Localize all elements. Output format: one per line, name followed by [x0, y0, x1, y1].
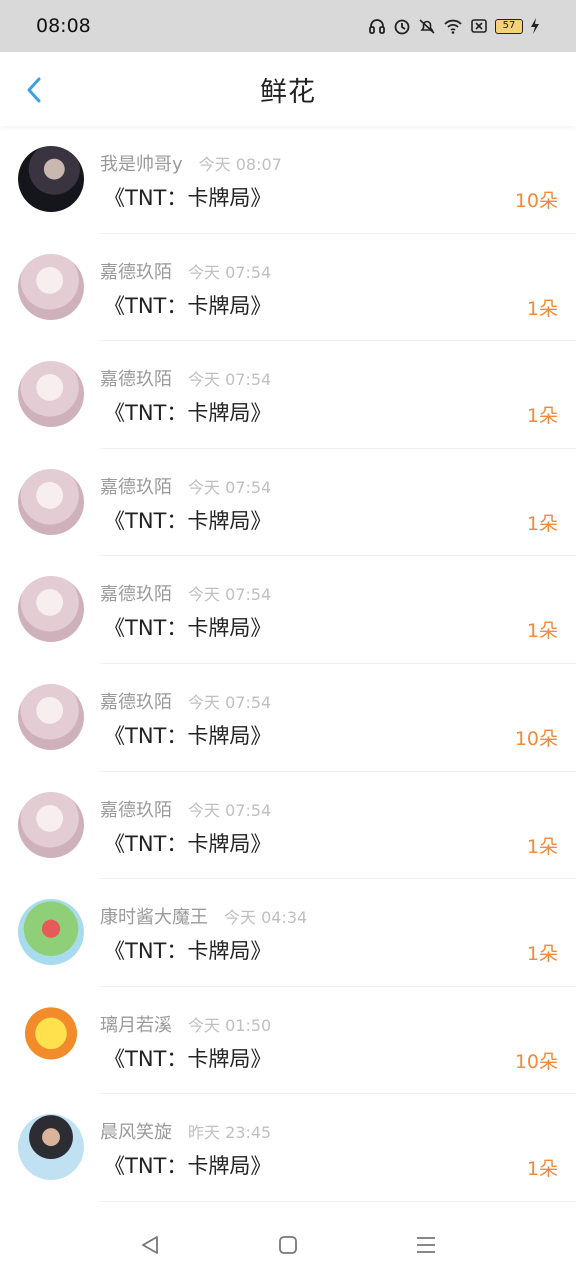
book-title[interactable]: 《TNT：卡牌局》: [104, 290, 271, 320]
book-title[interactable]: 《TNT：卡牌局》: [104, 1150, 271, 1180]
flower-count: 10朵: [514, 1050, 558, 1073]
list-item[interactable]: 康时酱大魔王 今天 04:34 《TNT：卡牌局》 1朵: [0, 879, 576, 987]
item-meta: 康时酱大魔王 今天 04:34: [100, 903, 307, 929]
book-title[interactable]: 《TNT：卡牌局》: [104, 935, 271, 965]
flower-list: 我是帅哥y 今天 08:07 《TNT：卡牌局》 10朵 嘉德玖陌 今天 07:…: [0, 126, 576, 1202]
book-title[interactable]: 《TNT：卡牌局》: [104, 612, 271, 642]
avatar[interactable]: [18, 146, 84, 212]
list-item[interactable]: 嘉德玖陌 今天 07:54 《TNT：卡牌局》 1朵: [0, 234, 576, 342]
user-name[interactable]: 嘉德玖陌: [100, 473, 172, 499]
back-arrow-icon: [27, 77, 41, 103]
alarm-icon: [394, 19, 410, 35]
avatar[interactable]: [18, 253, 84, 320]
list-item[interactable]: 嘉德玖陌 今天 07:54 《TNT：卡牌局》 1朵: [0, 772, 576, 880]
item-time: 今天 07:54: [188, 477, 272, 497]
item-meta: 嘉德玖陌 今天 07:54: [100, 473, 271, 499]
avatar[interactable]: [18, 1006, 84, 1073]
user-name[interactable]: 嘉德玖陌: [100, 796, 172, 822]
user-name[interactable]: 嘉德玖陌: [100, 688, 172, 714]
list-item[interactable]: 嘉德玖陌 今天 07:54 《TNT：卡牌局》 10朵: [0, 664, 576, 772]
avatar[interactable]: [18, 683, 84, 750]
avatar[interactable]: [18, 1114, 84, 1181]
avatar[interactable]: [18, 468, 84, 535]
item-time: 今天 07:54: [188, 585, 272, 605]
list-item[interactable]: 璃月若溪 今天 01:50 《TNT：卡牌局》 10朵: [0, 987, 576, 1095]
user-name[interactable]: 嘉德玖陌: [100, 258, 172, 284]
avatar[interactable]: [18, 899, 84, 966]
item-time: 今天 07:54: [188, 370, 272, 390]
list-item[interactable]: 嘉德玖陌 今天 07:54 《TNT：卡牌局》 1朵: [0, 341, 576, 449]
avatar[interactable]: [18, 791, 84, 858]
item-time: 今天 08:07: [198, 155, 282, 174]
item-time: 昨天 23:45: [188, 1123, 272, 1143]
page-title: 鲜花: [260, 76, 316, 108]
flower-count: 1朵: [526, 512, 558, 535]
book-title[interactable]: 《TNT：卡牌局》: [104, 1043, 271, 1073]
menu-lines-icon: [417, 1237, 435, 1253]
list-item[interactable]: 嘉德玖陌 今天 07:54 《TNT：卡牌局》 1朵: [0, 449, 576, 557]
user-name[interactable]: 康时酱大魔王: [100, 903, 208, 929]
flower-count: 1朵: [526, 943, 558, 966]
sim-off-icon: [471, 19, 487, 33]
system-nav-bar: [0, 1210, 576, 1280]
triangle-back-icon: [142, 1236, 158, 1254]
square-home-icon: [279, 1236, 297, 1254]
nav-home-button[interactable]: [268, 1225, 308, 1265]
item-time: 今天 04:34: [224, 908, 308, 928]
battery-level: 57: [495, 18, 523, 34]
list-item[interactable]: 晨风笑旋 昨天 23:45 《TNT：卡牌局》 1朵: [0, 1094, 576, 1202]
item-meta: 嘉德玖陌 今天 07:54: [100, 796, 271, 822]
mute-bell-icon: [419, 19, 435, 34]
book-title[interactable]: 《TNT：卡牌局》: [104, 505, 271, 535]
wifi-icon: [444, 19, 462, 34]
item-meta: 璃月若溪 今天 01:50: [100, 1011, 271, 1037]
flower-count: 1朵: [526, 405, 558, 428]
item-time: 今天 07:54: [188, 800, 272, 820]
book-title[interactable]: 《TNT：卡牌局》: [104, 397, 271, 427]
status-bar: 08:08 57: [0, 0, 576, 52]
book-title[interactable]: 《TNT：卡牌局》: [104, 828, 271, 858]
header: 鲜花: [0, 52, 576, 126]
user-name[interactable]: 嘉德玖陌: [100, 580, 172, 606]
flower-count: 1朵: [526, 297, 558, 320]
status-time: 08:08: [36, 15, 91, 37]
item-meta: 晨风笑旋 昨天 23:45: [100, 1118, 271, 1144]
nav-back-button[interactable]: [130, 1225, 170, 1265]
item-time: 今天 01:50: [188, 1015, 272, 1035]
flower-count: 1朵: [526, 620, 558, 643]
user-name[interactable]: 晨风笑旋: [100, 1118, 172, 1144]
item-time: 今天 07:54: [188, 262, 272, 282]
item-meta: 嘉德玖陌 今天 07:54: [100, 688, 271, 714]
book-title[interactable]: 《TNT：卡牌局》: [104, 720, 271, 750]
flower-count: 10朵: [514, 727, 558, 750]
nav-menu-button[interactable]: [406, 1225, 446, 1265]
charging-icon: [531, 18, 539, 34]
back-button[interactable]: [20, 74, 48, 106]
avatar[interactable]: [18, 576, 84, 643]
user-name[interactable]: 璃月若溪: [100, 1011, 172, 1037]
user-name[interactable]: 我是帅哥y: [100, 150, 183, 176]
list-item[interactable]: 我是帅哥y 今天 08:07 《TNT：卡牌局》 10朵: [0, 126, 576, 234]
item-meta: 嘉德玖陌 今天 07:54: [100, 580, 271, 606]
item-meta: 嘉德玖陌 今天 07:54: [100, 365, 271, 391]
status-icons: 57: [368, 17, 540, 35]
item-meta: 我是帅哥y 今天 08:07: [100, 150, 282, 176]
book-title[interactable]: 《TNT：卡牌局》: [104, 182, 271, 212]
item-meta: 嘉德玖陌 今天 07:54: [100, 258, 271, 284]
avatar[interactable]: [18, 361, 84, 428]
headphones-icon: [369, 19, 385, 34]
item-time: 今天 07:54: [188, 692, 272, 712]
flower-count: 10朵: [514, 190, 558, 212]
flower-count: 1朵: [526, 835, 558, 858]
list-item[interactable]: 嘉德玖陌 今天 07:54 《TNT：卡牌局》 1朵: [0, 556, 576, 664]
flower-count: 1朵: [526, 1158, 558, 1181]
user-name[interactable]: 嘉德玖陌: [100, 365, 172, 391]
